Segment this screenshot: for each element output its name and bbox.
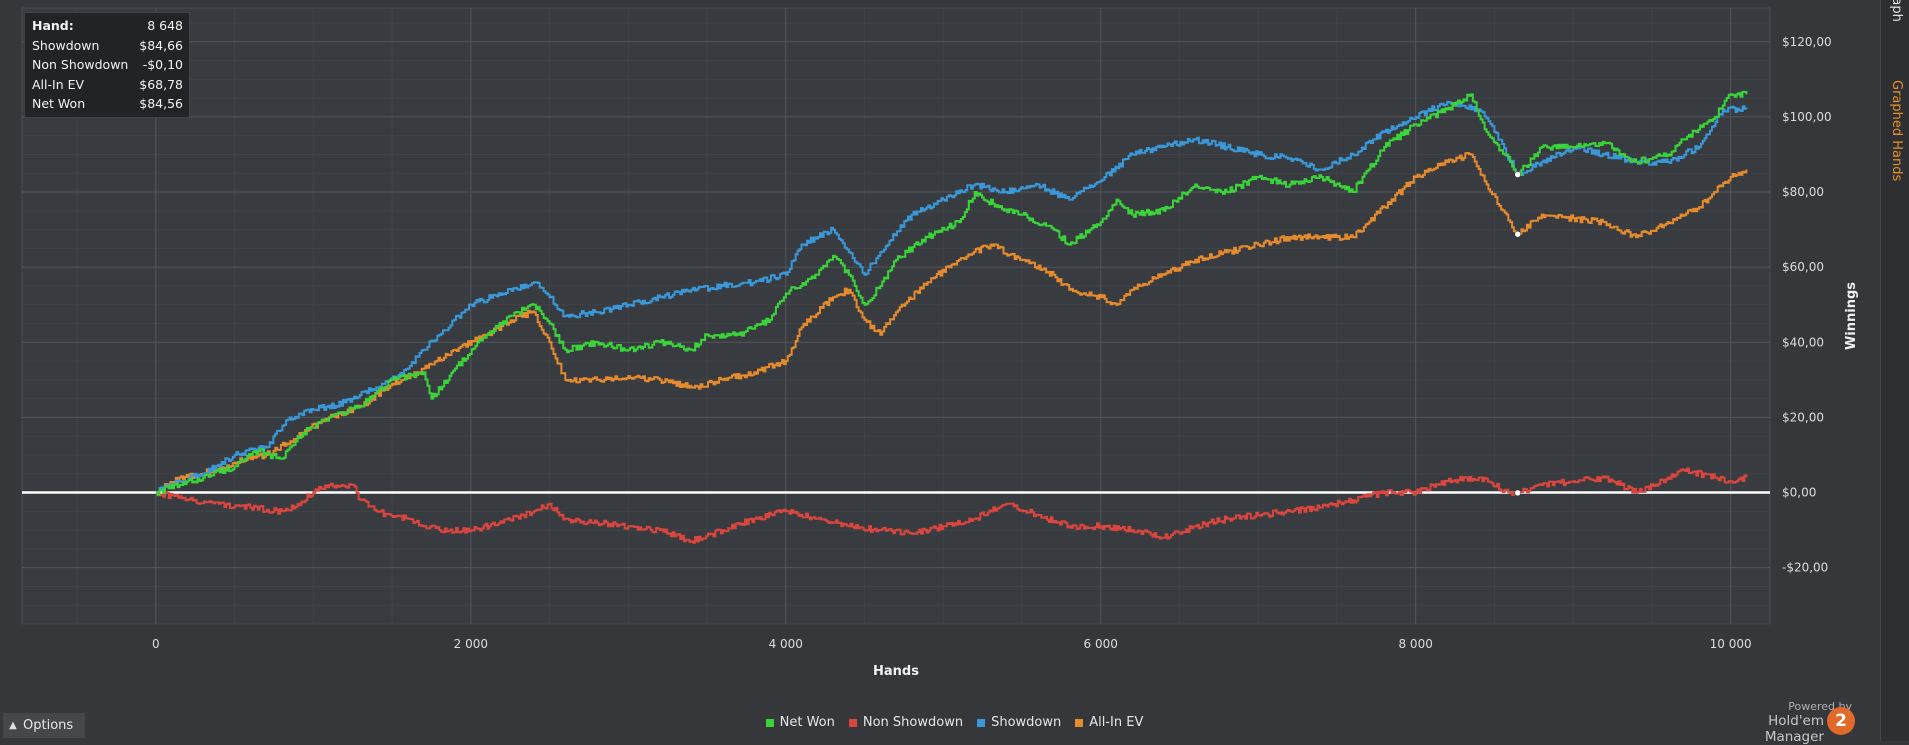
tab-graphed-hands[interactable]: Graphed Hands [1889, 80, 1904, 181]
x-tick-label: 0 [152, 637, 160, 651]
tooltip-value: $84,66 [139, 37, 183, 53]
legend-swatch [977, 718, 986, 727]
hover-tooltip: Hand: 8 648 Showdown $84,66 Non Showdown… [24, 12, 190, 118]
tooltip-value: -$0,10 [142, 57, 183, 72]
legend-item-allin-ev[interactable]: All-In EV [1075, 715, 1143, 730]
x-tick-label: 2 000 [454, 637, 488, 651]
y-tick-label: $0,00 [1782, 486, 1816, 500]
tooltip-row-showdown: Showdown $84,66 [25, 36, 189, 56]
y-tick-label: $20,00 [1782, 410, 1824, 424]
legend-label: Showdown [991, 715, 1062, 730]
y-axis-ticks: -$20,00 $0,00 $20,00 $40,00 $60,00 $80,00 $100… [1782, 35, 1832, 575]
y-tick-label: $60,00 [1782, 260, 1824, 274]
legend-item-showdown[interactable]: Showdown [977, 715, 1061, 730]
tooltip-label: All-In EV [32, 76, 85, 92]
tooltip-row-net-won: Net Won $84,56 [25, 94, 189, 114]
chevron-up-icon: ▲ [9, 720, 17, 731]
legend-swatch [848, 718, 857, 727]
tooltip-label: Showdown [32, 37, 100, 53]
y-tick-label: $120,00 [1782, 35, 1832, 49]
hover-point [1514, 489, 1521, 497]
x-tick-label: 8 000 [1398, 637, 1432, 651]
brand-name: Hold'em Manager [1764, 713, 1824, 745]
tooltip-value: $68,78 [139, 76, 183, 92]
y-tick-label: $40,00 [1782, 335, 1824, 349]
options-button[interactable]: ▲ Options [3, 713, 85, 738]
legend-item-net-won[interactable]: Net Won [765, 715, 835, 730]
x-tick-label: 4 000 [769, 637, 803, 651]
tooltip-label: Non Showdown [32, 57, 129, 72]
options-label: Options [23, 718, 74, 733]
hm2-logo-icon: 2 [1827, 707, 1855, 735]
hover-point [1514, 230, 1521, 238]
tooltip-row-hand: Hand: 8 648 [25, 16, 189, 36]
legend-label: Non Showdown [862, 715, 964, 730]
y-tick-label: $80,00 [1782, 185, 1824, 199]
tooltip-value: 8 648 [147, 18, 183, 33]
y-tick-label: -$20,00 [1782, 561, 1828, 575]
legend-swatch [1075, 718, 1084, 727]
y-tick-label: $100,00 [1782, 110, 1832, 124]
tab-graph[interactable]: Graph [1889, 0, 1904, 22]
x-tick-label: 10 000 [1710, 637, 1752, 651]
legend-label: All-In EV [1089, 715, 1144, 730]
hover-point [1514, 171, 1521, 178]
legend-label: Net Won [779, 715, 835, 730]
winnings-chart[interactable]: 0 2 000 4 000 6 000 8 000 10 000 -$20,00 $0,00… [0, 0, 1909, 741]
tooltip-value: $84,56 [139, 96, 183, 111]
chart-legend: Net Won Non Showdown Showdown All-In EV [0, 715, 1909, 730]
tooltip-row-non-showdown: Non Showdown -$0,10 [25, 55, 189, 75]
x-tick-label: 6 000 [1084, 637, 1118, 651]
y-axis-title: Winnings [1844, 282, 1859, 350]
legend-item-non-showdown[interactable]: Non Showdown [848, 715, 964, 730]
x-axis-ticks: 0 2 000 4 000 6 000 8 000 10 000 [152, 637, 1752, 651]
tooltip-label: Hand: [32, 18, 74, 33]
x-axis-title: Hands [873, 664, 919, 679]
legend-swatch [765, 718, 774, 727]
tooltip-label: Net Won [32, 96, 86, 111]
tooltip-row-allin-ev: All-In EV $68,78 [25, 75, 189, 95]
